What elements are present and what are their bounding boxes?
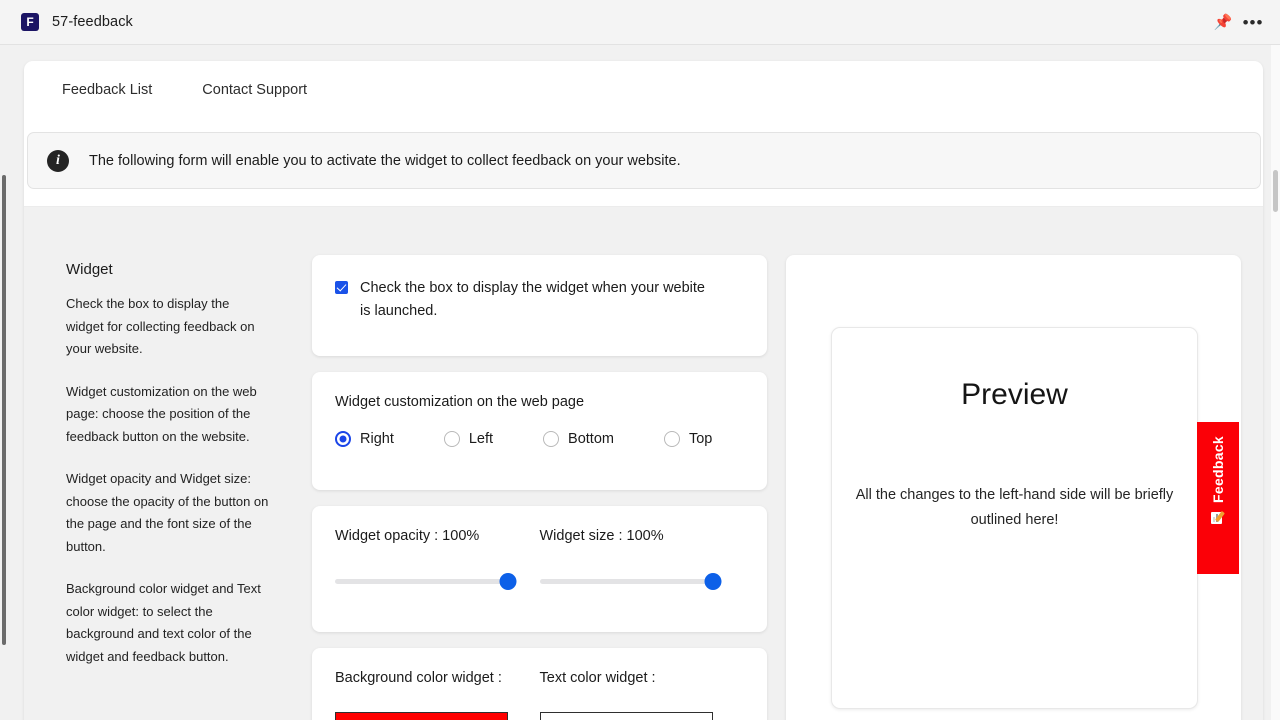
pin-icon: 📌 [1213,13,1233,31]
widget-opacity-label: Widget opacity : 100% [335,528,480,544]
radio-bottom-label: Bottom [568,431,614,447]
app-icon: F [21,13,39,31]
widget-opacity-thumb[interactable] [499,573,517,590]
background-color-swatch[interactable] [335,712,508,720]
widget-opacity-track[interactable] [335,579,508,584]
radio-top-indicator[interactable] [663,431,680,447]
widget-description-paragraph-3: Widget opacity and Widget size: choose t… [66,471,269,554]
sliders-row: Widget opacity : 100% Widget size : 100% [335,528,744,590]
radio-option-left[interactable]: Left [443,431,494,447]
window-titlebar: F 57-feedback 📌 ••• [0,0,1280,45]
radio-top-label: Top [688,431,713,447]
preview-feedback-button[interactable]: Feedback [1197,422,1239,574]
radio-left-label: Left [468,431,494,447]
window-title: 57-feedback [52,14,133,30]
preview-subtitle: All the changes to the left-hand side wi… [855,487,1174,528]
display-widget-checkbox[interactable] [335,281,348,294]
widget-position-card: Widget customization on the web page Rig… [312,372,767,490]
body-area: Widget Check the box to display the widg… [24,206,1263,720]
widget-description-paragraph-2: Widget customization on the web page: ch… [66,383,257,444]
display-widget-label[interactable]: Check the box to display the widget when… [360,277,705,323]
main-surface: Feedback List Contact Support i The foll… [24,61,1263,720]
info-banner-text: The following form will enable you to ac… [89,152,681,169]
widget-size-track[interactable] [539,579,713,584]
more-options-button[interactable]: ••• [1238,7,1268,37]
widget-opacity-slider[interactable] [335,573,517,590]
page-root: Feedback List Contact Support i The foll… [0,45,1280,720]
preview-feedback-label: Feedback [1210,436,1226,503]
widget-size-group: Widget size : 100% [539,528,745,590]
info-banner: i The following form will enable you to … [27,132,1261,189]
widget-description-panel: Widget Check the box to display the widg… [66,261,270,668]
widget-description-title: Widget [66,261,113,278]
widget-description-paragraph-4: Background color widget and Text color w… [66,581,261,664]
text-color-group: Text color widget : [539,670,745,720]
widget-size-slider[interactable] [539,573,721,590]
widget-description-paragraph-1: Check the box to display the widget for … [66,296,255,356]
radio-right-indicator[interactable] [335,431,351,447]
widget-sliders-card: Widget opacity : 100% Widget size : 100% [312,506,767,632]
pin-button[interactable]: 📌 [1208,7,1238,37]
preview-canvas: Preview All the changes to the left-hand… [831,327,1239,709]
text-color-swatch[interactable] [539,712,713,720]
radio-option-right[interactable]: Right [335,431,394,447]
widget-opacity-group: Widget opacity : 100% [335,528,540,590]
preview-heading: Preview [961,378,1068,411]
widget-position-title: Widget customization on the web page [335,394,585,410]
preview-panel: Preview All the changes to the left-hand… [786,255,1241,720]
tab-feedback-list[interactable]: Feedback List [52,76,162,104]
display-widget-card: Check the box to display the widget when… [312,255,767,356]
tab-contact-support[interactable]: Contact Support [192,76,317,104]
radio-bottom-indicator[interactable] [543,431,560,447]
page-scrollbar[interactable] [1271,45,1280,720]
widget-position-radio-group: Right Left Bottom Top [335,431,744,447]
text-color-label: Text color widget : [539,670,656,686]
page-scrollbar-thumb[interactable] [1273,170,1278,212]
window-edge-scrollbar[interactable] [2,175,6,645]
info-icon: i [47,149,69,172]
radio-option-bottom[interactable]: Bottom [543,431,614,447]
widget-size-label: Widget size : 100% [539,528,664,544]
widget-form-panel: Check the box to display the widget when… [312,255,767,720]
radio-right-label: Right [360,431,394,447]
ellipsis-icon: ••• [1242,12,1264,32]
colors-row: Background color widget : Text color wid… [335,670,744,720]
display-widget-row[interactable]: Check the box to display the widget when… [335,277,744,323]
background-color-group: Background color widget : [335,670,540,720]
background-color-label: Background color widget : [335,670,502,686]
widget-size-thumb[interactable] [704,573,721,590]
radio-left-indicator[interactable] [443,431,460,447]
radio-option-top[interactable]: Top [663,431,713,447]
tabbar: Feedback List Contact Support [24,61,347,118]
feedback-note-icon [1210,510,1226,526]
widget-colors-card: Background color widget : Text color wid… [312,648,767,720]
